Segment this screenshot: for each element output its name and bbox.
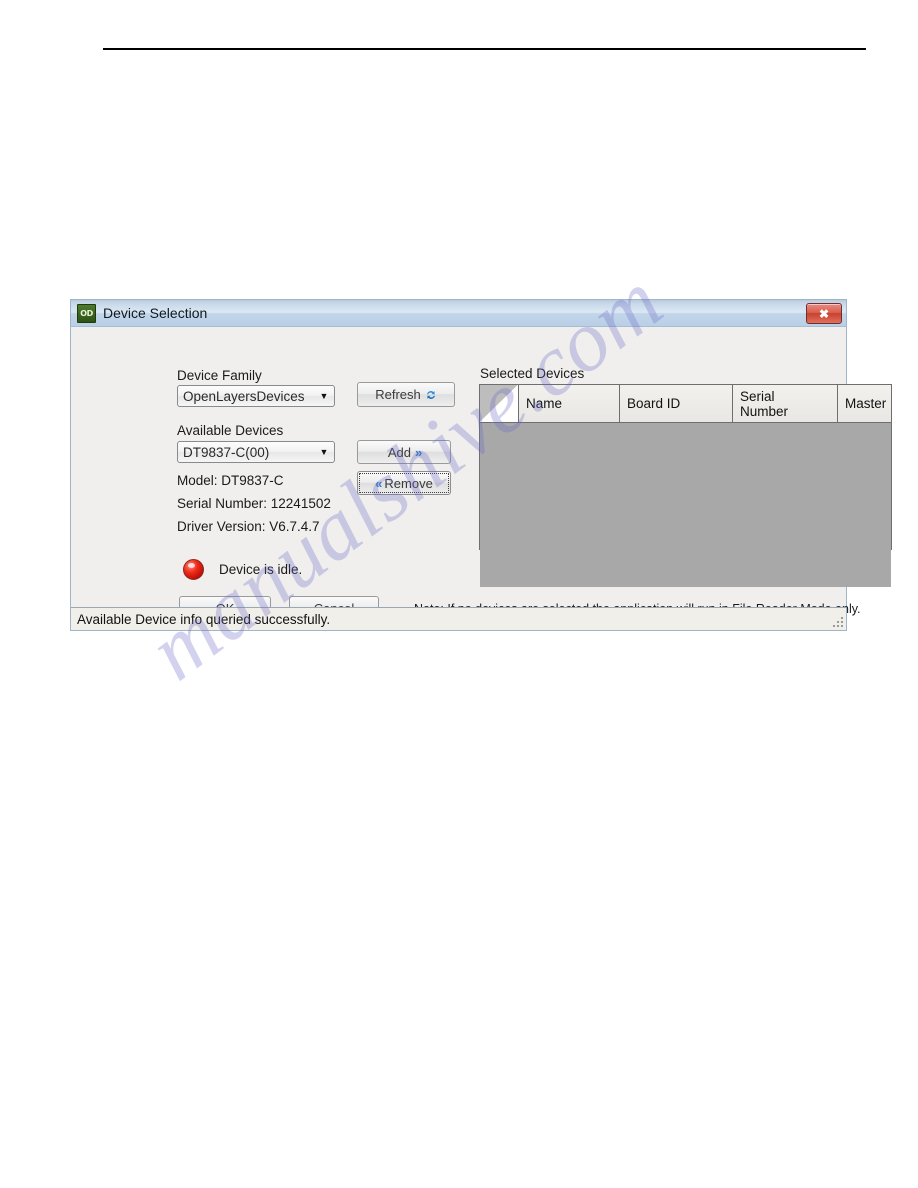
refresh-icon	[425, 389, 437, 401]
selected-devices-table[interactable]: Name Board ID Serial Number Master	[479, 384, 892, 587]
device-serial-number-text: Serial Number: 12241502	[177, 496, 331, 511]
double-chevron-right-icon: »	[414, 444, 422, 460]
refresh-button-label: Refresh	[375, 387, 421, 402]
double-chevron-left-icon: «	[375, 475, 382, 491]
table-header-board-id[interactable]: Board ID	[620, 385, 733, 422]
add-button-label: Add	[387, 444, 411, 460]
remove-button[interactable]: « Remove	[357, 471, 451, 495]
table-header-serial-number-line2: Number	[740, 403, 789, 419]
device-selection-dialog: OD Device Selection ✖ Device Family Open…	[70, 299, 892, 631]
statusbar-text: Available Device info queried successful…	[77, 611, 331, 627]
page-header-rule	[103, 48, 866, 50]
table-header-corner-cell[interactable]	[480, 385, 519, 422]
resize-grip-icon[interactable]	[831, 615, 843, 627]
device-app-icon: OD	[77, 303, 96, 323]
add-button[interactable]: Add »	[357, 440, 451, 464]
table-header-master[interactable]: Master	[838, 385, 891, 422]
chevron-down-icon: ▼	[319, 446, 329, 457]
table-header-serial-number-line1: Serial	[740, 388, 775, 404]
refresh-button[interactable]: Refresh	[357, 382, 455, 407]
status-indicator-text: Device is idle.	[219, 562, 303, 577]
table-header-name[interactable]: Name	[519, 385, 620, 422]
device-family-value: OpenLayersDevices	[183, 388, 305, 404]
table-header-row: Name Board ID Serial Number Master	[480, 385, 891, 423]
dialog-titlebar[interactable]: OD Device Selection ✖	[71, 300, 846, 327]
available-devices-label: Available Devices	[177, 423, 284, 438]
dialog-statusbar: Available Device info queried successful…	[71, 607, 846, 630]
dialog-title: Device Selection	[103, 305, 208, 321]
device-family-combobox[interactable]: OpenLayersDevices ▼	[177, 385, 335, 407]
device-driver-version-text: Driver Version: V6.7.4.7	[177, 519, 320, 534]
app-icon-glyph: OD	[80, 308, 93, 318]
table-body-empty	[480, 423, 891, 587]
device-model-text: Model: DT9837-C	[177, 473, 284, 488]
dialog-client-area: Device Family OpenLayersDevices ▼ Refres…	[71, 327, 892, 621]
available-devices-value: DT9837-C(00)	[183, 444, 270, 460]
selected-devices-label: Selected Devices	[480, 366, 585, 381]
table-header-serial-number[interactable]: Serial Number	[733, 385, 838, 422]
status-led-indicator	[183, 559, 204, 580]
remove-button-label: Remove	[384, 475, 433, 491]
device-family-label: Device Family	[177, 368, 262, 383]
available-devices-combobox[interactable]: DT9837-C(00) ▼	[177, 441, 335, 463]
chevron-down-icon: ▼	[319, 390, 329, 401]
close-icon[interactable]: ✖	[806, 303, 842, 324]
